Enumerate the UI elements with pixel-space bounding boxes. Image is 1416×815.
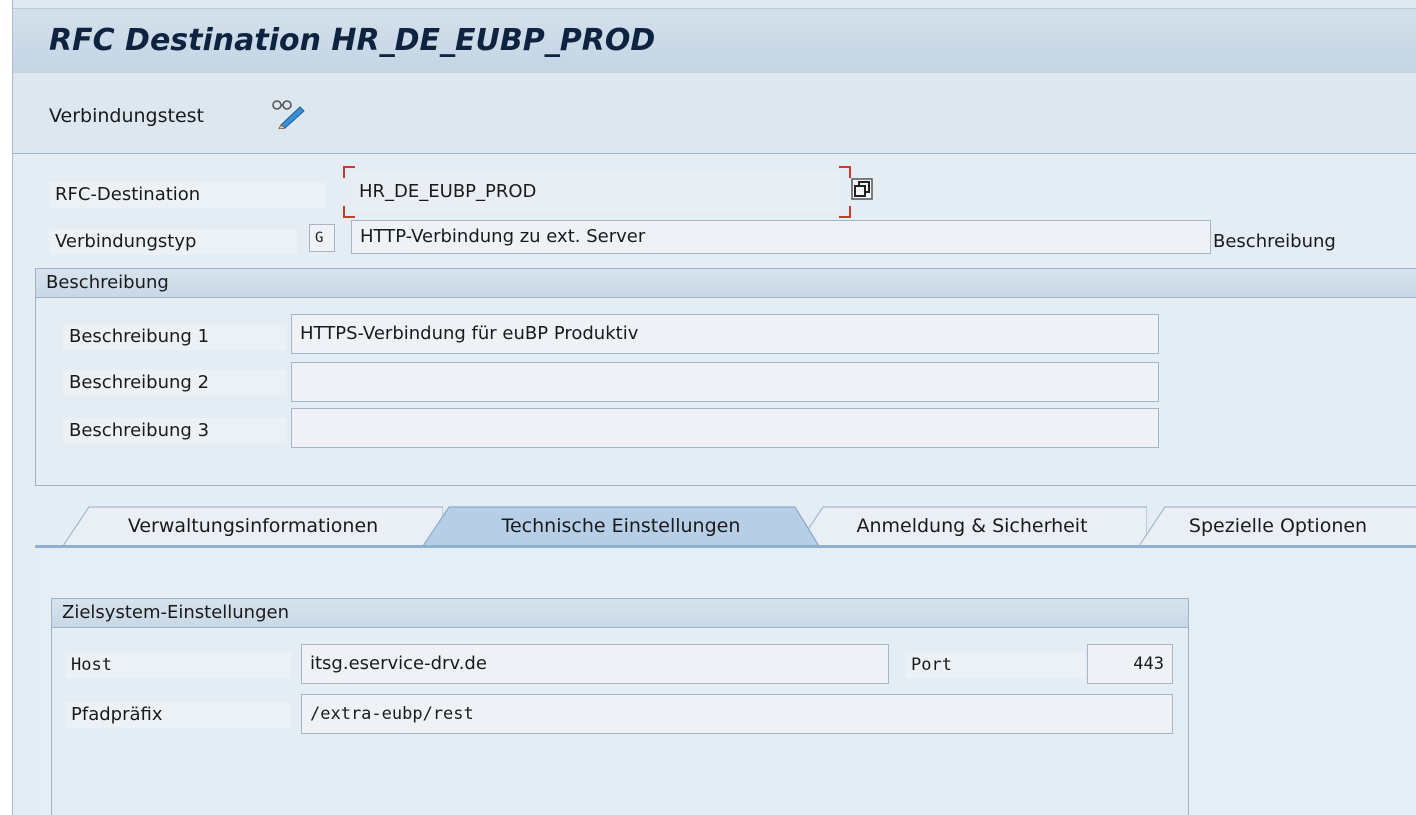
- path-prefix-value: /extra-eubp/rest: [310, 704, 474, 724]
- description-2-field[interactable]: [291, 362, 1159, 402]
- sap-window: RFC Destination HR_DE_EUBP_PROD Verbindu…: [12, 0, 1416, 815]
- host-value: itsg.eservice-drv.de: [310, 653, 487, 674]
- tab-spezielle-optionen[interactable]: Spezielle Optionen: [1139, 506, 1416, 546]
- host-label: Host: [65, 652, 291, 678]
- port-label: Port: [905, 652, 1085, 678]
- port-field[interactable]: 443: [1087, 644, 1173, 684]
- title-bar: RFC Destination HR_DE_EUBP_PROD: [13, 8, 1416, 73]
- tab-anmeldung-sicherheit[interactable]: Anmeldung & Sicherheit: [797, 506, 1147, 546]
- description-3-label: Beschreibung 3: [63, 418, 287, 444]
- description-1-label: Beschreibung 1: [63, 324, 287, 350]
- host-field[interactable]: itsg.eservice-drv.de: [301, 644, 889, 684]
- tab-verwaltungsinformationen[interactable]: Verwaltungsinformationen: [63, 506, 443, 546]
- target-system-group-title: Zielsystem-Einstellungen: [52, 599, 1188, 628]
- connection-type-label: Verbindungstyp: [49, 229, 297, 255]
- connection-type-field: HTTP-Verbindung zu ext. Server: [351, 220, 1211, 254]
- rfc-destination-label: RFC-Destination: [49, 182, 325, 208]
- path-prefix-field[interactable]: /extra-eubp/rest: [301, 694, 1173, 734]
- connection-type-value: HTTP-Verbindung zu ext. Server: [360, 226, 646, 247]
- application-toolbar: Verbindungstest: [13, 73, 1416, 154]
- path-prefix-label: Pfadpräfix: [65, 702, 291, 728]
- tab-label: Verwaltungsinformationen: [127, 515, 379, 537]
- copy-icon[interactable]: [851, 178, 873, 200]
- description-group-title: Beschreibung: [36, 269, 1416, 298]
- connection-test-button[interactable]: Verbindungstest: [49, 105, 204, 127]
- tab-technische-einstellungen[interactable]: Technische Einstellungen: [423, 506, 819, 546]
- page-title: RFC Destination HR_DE_EUBP_PROD: [49, 23, 656, 58]
- tab-label: Anmeldung & Sicherheit: [856, 515, 1088, 537]
- focus-bracket-bottom-right: [839, 206, 851, 218]
- focus-bracket-top-left: [343, 166, 355, 178]
- port-value: 443: [1133, 654, 1164, 674]
- focus-bracket-top-right: [839, 166, 851, 178]
- description-3-field[interactable]: [291, 408, 1159, 448]
- tab-label: Technische Einstellungen: [501, 515, 741, 537]
- focus-bracket-bottom-left: [343, 206, 355, 218]
- tab-label: Spezielle Optionen: [1188, 515, 1368, 537]
- description-1-value: HTTPS-Verbindung für euBP Produktiv: [300, 323, 639, 344]
- glasses-pencil-icon[interactable]: [267, 95, 307, 129]
- description-2-label: Beschreibung 2: [63, 370, 287, 396]
- connection-type-code[interactable]: G: [309, 224, 335, 252]
- rfc-destination-value: HR_DE_EUBP_PROD: [359, 181, 537, 202]
- description-1-field[interactable]: HTTPS-Verbindung für euBP Produktiv: [291, 314, 1159, 354]
- rfc-destination-field[interactable]: HR_DE_EUBP_PROD: [351, 172, 839, 212]
- description-side-label: Beschreibung: [1213, 231, 1336, 252]
